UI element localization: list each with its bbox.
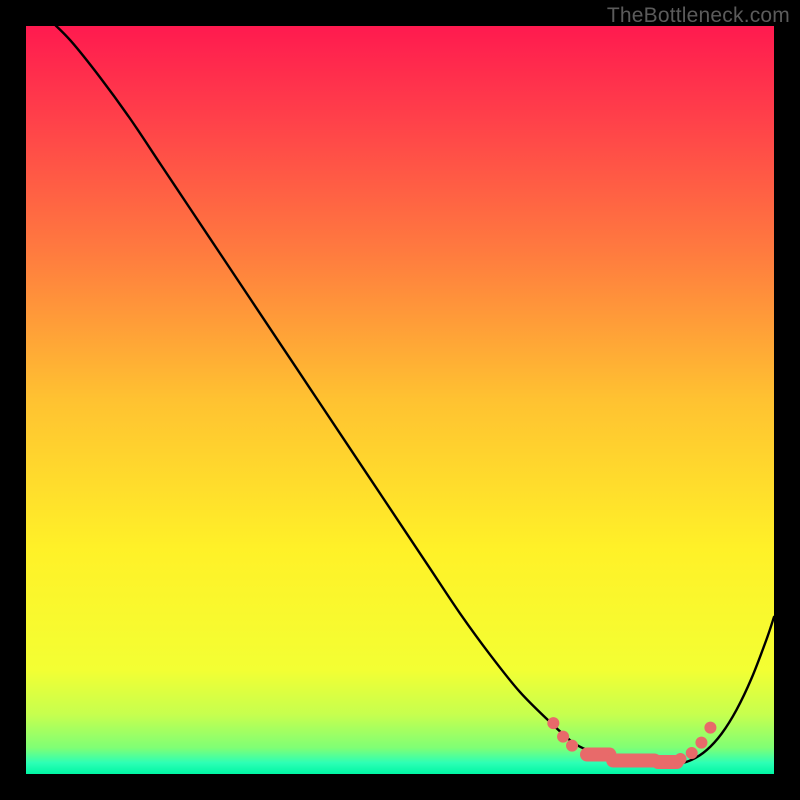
marker-dot <box>557 731 569 743</box>
marker-dot <box>566 740 578 752</box>
chart-frame <box>26 26 774 774</box>
marker-dot <box>704 722 716 734</box>
gradient-background <box>26 26 774 774</box>
marker-dot <box>547 717 559 729</box>
marker-dot <box>695 737 707 749</box>
marker-dot <box>675 753 687 765</box>
chart-svg <box>26 26 774 774</box>
watermark-text: TheBottleneck.com <box>607 4 790 28</box>
marker-dot <box>686 747 698 759</box>
